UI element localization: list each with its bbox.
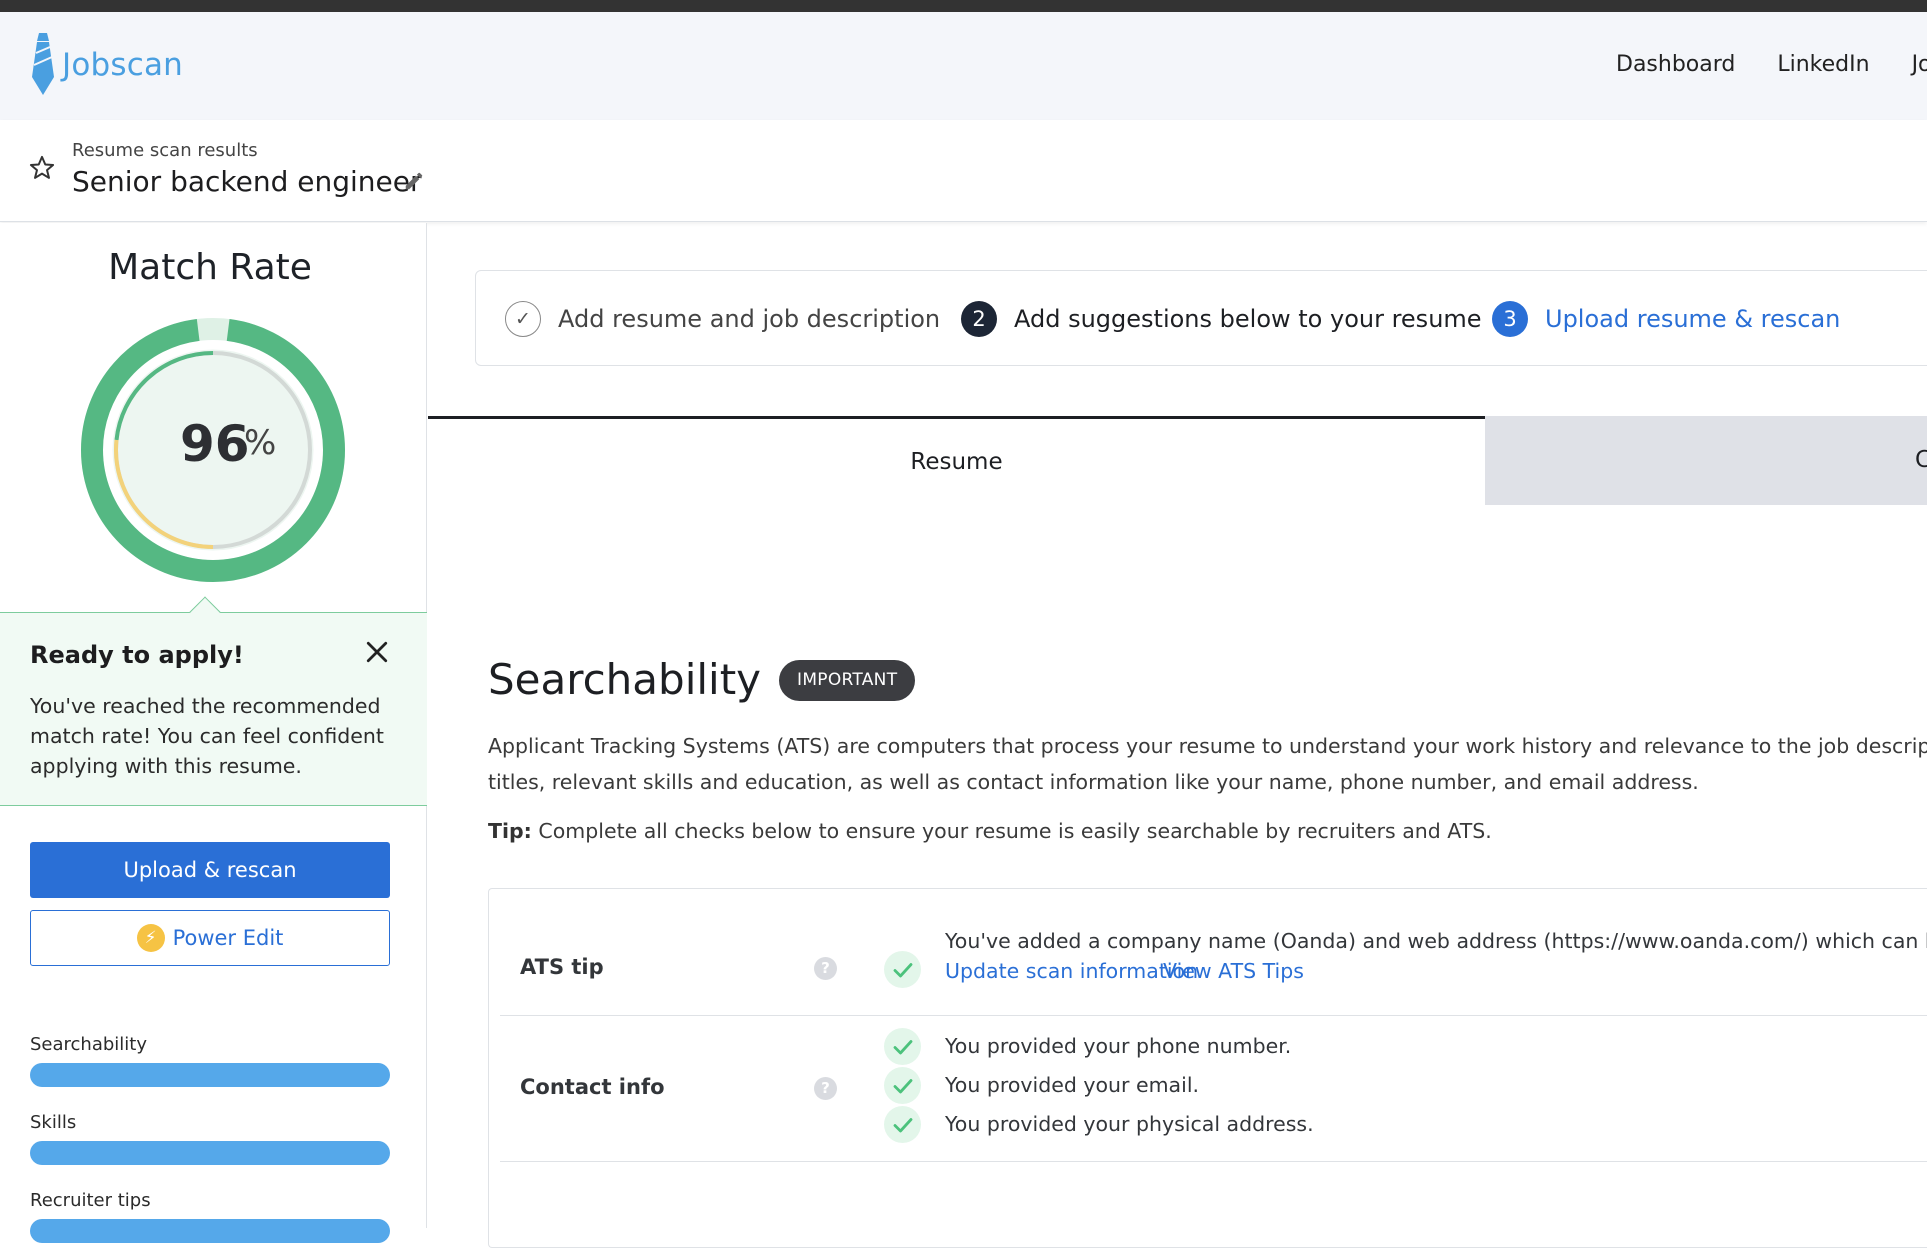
step-1[interactable]: ✓ Add resume and job description — [505, 271, 940, 367]
ready-to-apply-panel: Ready to apply! You've reached the recom… — [0, 596, 427, 806]
step-2-number: 2 — [961, 301, 997, 337]
category-label-recruiter-tips: Recruiter tips — [30, 1190, 151, 1211]
step-3-label: Upload resume & rescan — [1545, 305, 1841, 333]
panel-caret — [189, 596, 221, 628]
logo-text: Jobscan — [62, 47, 184, 83]
progress-steps: ✓ Add resume and job description 2 Add s… — [475, 270, 1927, 366]
section-description-line-1: Applicant Tracking Systems (ATS) are com… — [488, 734, 1927, 758]
ready-title: Ready to apply! — [30, 641, 244, 669]
check-icon: ✓ — [505, 301, 541, 337]
section-title: Searchability — [488, 655, 762, 704]
scan-title: Senior backend engineer — [72, 165, 422, 198]
top-strip — [0, 0, 1927, 12]
nav-link-dashboard[interactable]: Dashboard — [1616, 52, 1735, 77]
pencil-icon[interactable] — [403, 170, 425, 192]
main-content: ✓ Add resume and job description 2 Add s… — [428, 223, 1927, 1248]
nav-link-linkedin[interactable]: LinkedIn — [1777, 52, 1869, 77]
star-icon[interactable] — [28, 154, 56, 182]
step-1-label: Add resume and job description — [558, 305, 941, 333]
update-scan-information-link[interactable]: Update scan information — [945, 959, 1198, 983]
power-edit-button[interactable]: ⚡ Power Edit — [30, 910, 390, 966]
tie-logo-icon — [32, 33, 54, 95]
step-2-label: Add suggestions below to your resume — [1014, 305, 1482, 333]
upload-rescan-button[interactable]: Upload & rescan — [30, 842, 390, 898]
contact-check-address: You provided your physical address. — [945, 1112, 1314, 1136]
close-icon[interactable] — [362, 637, 392, 667]
step-3-number: 3 — [1492, 301, 1528, 337]
section-description-line-2: titles, relevant skills and education, a… — [488, 770, 1699, 794]
checks-table: ATS tip ? You've added a company name (O… — [488, 888, 1927, 1248]
match-rate-value: 96 — [180, 415, 250, 473]
step-3[interactable]: 3 Upload resume & rescan — [1492, 271, 1840, 367]
contact-check-phone: You provided your phone number. — [945, 1034, 1292, 1058]
help-icon[interactable]: ? — [814, 957, 837, 980]
tip-label: Tip: — [488, 819, 532, 843]
important-badge: IMPORTANT — [779, 660, 916, 701]
check-icon — [884, 1028, 921, 1065]
category-bar-skills[interactable] — [30, 1141, 390, 1165]
row-label-ats-tip: ATS tip — [520, 955, 604, 979]
check-icon — [884, 1106, 921, 1143]
top-navbar: Jobscan Dashboard LinkedIn Jobs — [0, 12, 1927, 120]
breadcrumb: Resume scan results — [72, 140, 258, 161]
scan-header: Resume scan results Senior backend engin… — [0, 120, 1927, 222]
power-edit-label: Power Edit — [172, 926, 284, 950]
view-ats-tips-link[interactable]: View ATS Tips — [1163, 959, 1304, 983]
step-2[interactable]: 2 Add suggestions below to your resume — [961, 271, 1482, 367]
tab-other[interactable]: C — [1485, 416, 1927, 505]
match-rate-unit: % — [244, 423, 277, 463]
category-label-searchability: Searchability — [30, 1034, 148, 1055]
category-bar-recruiter-tips[interactable] — [30, 1219, 390, 1243]
ats-tip-text: You've added a company name (Oanda) and … — [945, 929, 1927, 953]
tip: Tip: Complete all checks below to ensure… — [488, 819, 1492, 843]
lightning-bolt-icon: ⚡ — [136, 924, 165, 952]
tab-bar: Resume C — [428, 416, 1927, 505]
tip-text: Complete all checks below to ensure your… — [538, 819, 1492, 843]
logo[interactable]: Jobscan — [30, 33, 183, 97]
category-label-skills: Skills — [30, 1112, 77, 1133]
nav-link-jobs[interactable]: Jobs — [1912, 52, 1927, 77]
row-divider — [500, 1015, 1927, 1016]
section-description: Applicant Tracking Systems (ATS) are com… — [488, 728, 1927, 800]
check-icon — [884, 1067, 921, 1104]
contact-check-email: You provided your email. — [945, 1073, 1200, 1097]
help-icon[interactable]: ? — [814, 1077, 837, 1100]
check-icon — [884, 951, 921, 988]
row-divider — [500, 1161, 1927, 1162]
sidebar: Match Rate 96 % Ready to apply! You've r… — [0, 223, 427, 1243]
match-rate-title: Match Rate — [108, 247, 312, 288]
tab-resume[interactable]: Resume — [428, 416, 1485, 505]
category-bar-searchability[interactable] — [30, 1063, 390, 1087]
nav-links: Dashboard LinkedIn Jobs — [1616, 52, 1927, 77]
ready-text: You've reached the recommended match rat… — [30, 694, 384, 778]
row-label-contact-info: Contact info — [520, 1075, 665, 1099]
